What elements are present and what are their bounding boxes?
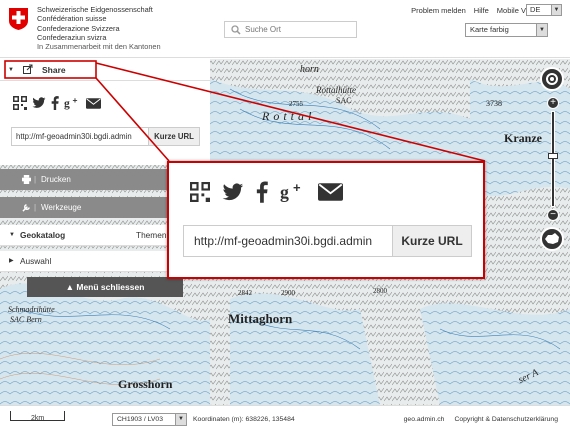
app-footer: 2km CH1903 / LV03 ▼ Koordinaten (m): 638… — [0, 405, 570, 430]
copyright-link[interactable]: Copyright & Datenschutzerklärung — [454, 416, 558, 423]
scale-label: 2km — [31, 415, 45, 422]
crs-select[interactable]: CH1903 / LV03 ▼ — [112, 413, 187, 426]
crs-value: CH1903 / LV03 — [117, 416, 163, 423]
chevron-down-icon: ▼ — [175, 414, 186, 425]
svg-text:+: + — [293, 181, 301, 195]
facebook-icon[interactable] — [256, 181, 268, 203]
footer-links: geo.admin.ch Copyright & Datenschutzerkl… — [404, 416, 558, 423]
svg-text:g: g — [280, 182, 289, 202]
coordinates-readout: Koordinaten (m): 638226, 135484 — [193, 416, 295, 423]
share-zoom-callout: g + http://mf-geoadmin30i.bgdi.admin Kur… — [167, 161, 485, 279]
google-plus-icon[interactable]: g + — [280, 181, 306, 203]
share-url-field-large: http://mf-geoadmin30i.bgdi.admin Kurze U… — [183, 225, 472, 257]
scale-bar: 2km — [10, 411, 65, 422]
twitter-icon[interactable] — [222, 183, 244, 202]
qr-code-icon[interactable] — [190, 182, 210, 202]
share-icons-large: g + — [190, 181, 343, 203]
short-url-button-large[interactable]: Kurze URL — [392, 226, 471, 256]
mail-icon[interactable] — [318, 183, 343, 201]
domain-link[interactable]: geo.admin.ch — [404, 416, 445, 423]
share-url-input-large[interactable]: http://mf-geoadmin30i.bgdi.admin — [184, 226, 392, 256]
